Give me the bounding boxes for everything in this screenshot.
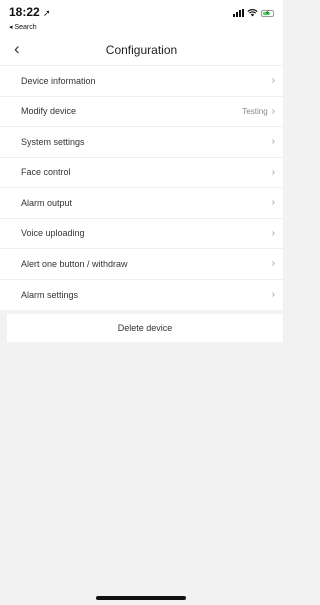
battery-charging-icon: ⚡ bbox=[261, 9, 274, 17]
chevron-right-icon: › bbox=[271, 105, 275, 117]
menu-item-voice-uploading[interactable]: Voice uploading › bbox=[0, 219, 283, 249]
location-arrow-icon: ➚ bbox=[43, 8, 51, 18]
menu-item-label: Voice uploading bbox=[21, 228, 85, 239]
chevron-right-icon: › bbox=[271, 75, 275, 87]
wifi-icon bbox=[247, 9, 258, 17]
chevron-right-icon: › bbox=[271, 227, 275, 239]
menu-item-system-settings[interactable]: System settings › bbox=[0, 127, 283, 158]
menu-item-label: Alarm output bbox=[21, 197, 73, 208]
status-bar: 18:22 ➚ ◂ Search ⚡ bbox=[0, 0, 283, 34]
menu-item-label: Face control bbox=[21, 167, 71, 178]
page-title: Configuration bbox=[105, 43, 178, 57]
menu-item-face-control[interactable]: Face control › bbox=[0, 158, 283, 188]
menu-item-alarm-settings[interactable]: Alarm settings › bbox=[0, 280, 283, 311]
chevron-right-icon: › bbox=[271, 136, 275, 148]
home-indicator bbox=[96, 596, 186, 600]
chevron-right-icon: › bbox=[271, 258, 275, 270]
navigation-bar: ‹ Configuration bbox=[0, 34, 283, 66]
delete-device-label: Delete device bbox=[117, 323, 173, 333]
menu-item-label: Alert one button / withdraw bbox=[21, 258, 128, 269]
signal-icon bbox=[233, 9, 244, 17]
menu-item-label: System settings bbox=[21, 136, 85, 147]
settings-list: Device information › Modify device Testi… bbox=[0, 66, 283, 310]
status-time: 18:22 ➚ bbox=[9, 5, 51, 19]
menu-item-alert-one-button[interactable]: Alert one button / withdraw › bbox=[0, 249, 283, 280]
menu-item-label: Alarm settings bbox=[21, 289, 79, 300]
menu-item-value: Testing bbox=[242, 106, 268, 116]
back-to-app-link[interactable]: ◂ Search bbox=[9, 23, 37, 31]
chevron-right-icon: › bbox=[271, 289, 275, 301]
chevron-right-icon: › bbox=[271, 197, 275, 209]
menu-item-label: Device information bbox=[21, 75, 96, 86]
menu-item-label: Modify device bbox=[21, 106, 77, 117]
menu-item-device-information[interactable]: Device information › bbox=[0, 66, 283, 97]
time-text: 18:22 bbox=[9, 5, 40, 19]
status-icons: ⚡ bbox=[233, 9, 274, 17]
chevron-right-icon: › bbox=[271, 166, 275, 178]
menu-item-alarm-output[interactable]: Alarm output › bbox=[0, 188, 283, 219]
menu-item-modify-device[interactable]: Modify device Testing › bbox=[0, 97, 283, 127]
delete-device-button[interactable]: Delete device bbox=[7, 314, 283, 342]
